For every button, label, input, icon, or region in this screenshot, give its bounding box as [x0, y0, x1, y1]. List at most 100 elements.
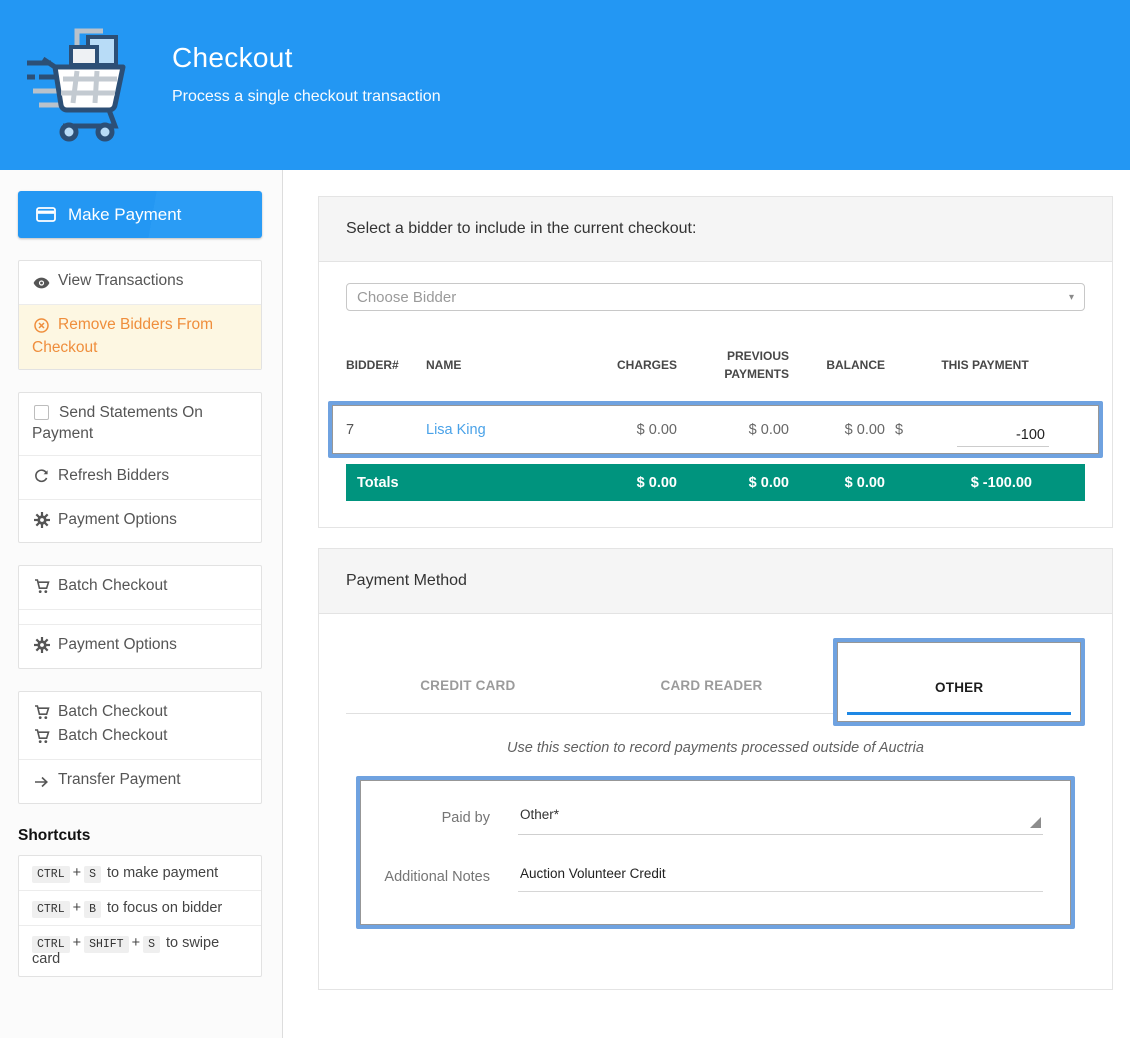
col-balance: BALANCE: [789, 358, 885, 372]
bidder-table-header: BIDDER# NAME CHARGES PREVIOUS PAYMENTS B…: [346, 341, 1085, 397]
bidder-row-highlight-box: 7 Lisa King $ 0.00 $ 0.00 $ 0.00 $: [328, 401, 1103, 458]
eye-icon: [32, 273, 51, 294]
totals-charges: $ 0.00: [565, 475, 677, 491]
paid-by-label: Paid by: [360, 806, 490, 828]
sidebar: Make Payment View Transactions Remove Bi…: [0, 170, 283, 1038]
remove-bidders-label: Remove Bidders From Checkout: [32, 316, 213, 356]
shortcut-make-payment: CTRL+Sto make payment: [19, 856, 261, 890]
sidebar-card-batch: Batch Checkout Payment Options: [18, 565, 262, 669]
gear-icon: [32, 637, 51, 658]
col-bidder-number: BIDDER#: [346, 358, 426, 372]
sidebar-item-send-statements[interactable]: Send Statements On Payment: [19, 393, 261, 455]
circle-x-icon: [32, 317, 51, 338]
bidder-number: 7: [346, 422, 426, 438]
key-s: S: [84, 866, 101, 883]
additional-notes-label: Additional Notes: [360, 865, 490, 887]
page-title: Checkout: [172, 42, 441, 74]
payment-method-title: Payment Method: [319, 549, 1112, 614]
payment-options-label-1: Payment Options: [58, 511, 177, 528]
send-statements-checkbox[interactable]: [34, 405, 49, 420]
shortcuts-heading: Shortcuts: [18, 827, 262, 845]
key-ctrl: CTRL: [32, 901, 70, 918]
totals-previous-payments: $ 0.00: [677, 475, 789, 491]
plus-sign: +: [73, 935, 81, 951]
sidebar-item-view-transactions[interactable]: View Transactions: [19, 261, 261, 304]
additional-notes-input[interactable]: Auction Volunteer Credit: [518, 865, 1043, 892]
payment-method-panel: Payment Method CREDIT CARD CARD READER O…: [318, 548, 1113, 990]
totals-label: Totals: [346, 475, 426, 491]
view-transactions-label: View Transactions: [58, 272, 184, 289]
batch-checkout-label-1: Batch Checkout: [58, 577, 167, 594]
previous-payments-value: $ 0.00: [677, 422, 789, 438]
choose-bidder-select[interactable]: Choose Bidder ▾: [346, 283, 1085, 311]
arrow-right-icon: [32, 772, 51, 793]
bidder-name-link[interactable]: Lisa King: [426, 422, 486, 438]
this-payment-input[interactable]: [957, 425, 1049, 447]
transfer-payment-label: Transfer Payment: [58, 771, 181, 788]
plus-sign: +: [132, 935, 140, 951]
key-b: B: [84, 901, 101, 918]
tab-other[interactable]: OTHER: [847, 642, 1071, 715]
table-row: 7 Lisa King $ 0.00 $ 0.00 $ 0.00 $: [346, 405, 1085, 454]
sidebar-item-batch-checkout-double[interactable]: Batch Checkout Batch Checkout: [19, 692, 261, 759]
charges-value: $ 0.00: [565, 422, 677, 438]
additional-notes-value: Auction Volunteer Credit: [520, 866, 666, 881]
currency-symbol: $: [895, 422, 949, 438]
choose-bidder-placeholder: Choose Bidder: [357, 289, 456, 306]
page-subtitle: Process a single checkout transaction: [172, 88, 441, 106]
sidebar-item-transfer-payment[interactable]: Transfer Payment: [19, 759, 261, 803]
key-ctrl: CTRL: [32, 866, 70, 883]
send-statements-label: Send Statements On Payment: [32, 404, 203, 442]
main-content: Select a bidder to include in the curren…: [283, 170, 1130, 1038]
sidebar-item-batch-checkout-1[interactable]: Batch Checkout: [19, 566, 261, 609]
cart-icon: [32, 728, 51, 749]
credit-card-icon: [36, 207, 56, 222]
sidebar-card-batch2: Batch Checkout Batch Checkout Transfer P…: [18, 691, 262, 804]
other-payment-form-highlight-box: Paid by Other* Additional Notes Auction …: [356, 776, 1075, 929]
col-name: NAME: [426, 358, 565, 372]
speedy-cart-icon: [25, 15, 137, 143]
page-header: Checkout Process a single checkout trans…: [0, 0, 1130, 170]
shortcut-swipe-card: CTRL+SHIFT+Sto swipe card: [19, 925, 261, 976]
paid-by-value: Other*: [520, 807, 559, 822]
dropdown-triangle-icon: [1030, 817, 1041, 828]
shortcuts-card: CTRL+Sto make payment CTRL+Bto focus on …: [18, 855, 262, 977]
tab-credit-card[interactable]: CREDIT CARD: [346, 651, 590, 714]
key-shift: SHIFT: [84, 936, 129, 953]
payment-options-label-2: Payment Options: [58, 636, 177, 653]
col-charges: CHARGES: [565, 358, 677, 372]
chevron-down-icon: ▾: [1069, 292, 1074, 303]
additional-notes-row: Additional Notes Auction Volunteer Credi…: [360, 865, 1043, 892]
shortcut-focus-bidder: CTRL+Bto focus on bidder: [19, 890, 261, 925]
empty-row: [19, 609, 261, 624]
other-payment-hint: Use this section to record payments proc…: [346, 740, 1085, 756]
shortcut-desc: to focus on bidder: [107, 900, 222, 916]
col-previous-payments: PREVIOUS PAYMENTS: [677, 347, 789, 383]
shortcut-desc: to make payment: [107, 865, 218, 881]
balance-value: $ 0.00: [789, 422, 885, 438]
sidebar-item-remove-bidders[interactable]: Remove Bidders From Checkout: [19, 304, 261, 369]
make-payment-label: Make Payment: [68, 205, 181, 225]
paid-by-select[interactable]: Other*: [518, 806, 1043, 835]
key-s: S: [143, 936, 160, 953]
bidder-panel: Select a bidder to include in the curren…: [318, 196, 1113, 528]
paid-by-row: Paid by Other*: [360, 806, 1043, 835]
payment-method-tabs: CREDIT CARD CARD READER OTHER: [346, 651, 1085, 714]
sidebar-card-options: Send Statements On Payment Refresh Bidde…: [18, 392, 262, 544]
col-this-payment: THIS PAYMENT: [885, 358, 1085, 372]
make-payment-button[interactable]: Make Payment: [18, 191, 262, 238]
totals-this-payment: $ -100.00: [885, 475, 1085, 491]
bidder-panel-title: Select a bidder to include in the curren…: [319, 197, 1112, 262]
sidebar-card-transactions: View Transactions Remove Bidders From Ch…: [18, 260, 262, 370]
totals-row: Totals $ 0.00 $ 0.00 $ 0.00 $ -100.00: [346, 464, 1085, 501]
batch-checkout-label-2b: Batch Checkout: [58, 727, 167, 744]
gear-icon: [32, 512, 51, 533]
sidebar-item-refresh-bidders[interactable]: Refresh Bidders: [19, 455, 261, 499]
cart-icon: [32, 704, 51, 725]
sidebar-item-payment-options-2[interactable]: Payment Options: [19, 624, 261, 668]
refresh-bidders-label: Refresh Bidders: [58, 467, 169, 484]
tab-card-reader[interactable]: CARD READER: [590, 651, 834, 714]
sidebar-item-payment-options-1[interactable]: Payment Options: [19, 499, 261, 543]
totals-balance: $ 0.00: [789, 475, 885, 491]
cart-icon: [32, 578, 51, 599]
